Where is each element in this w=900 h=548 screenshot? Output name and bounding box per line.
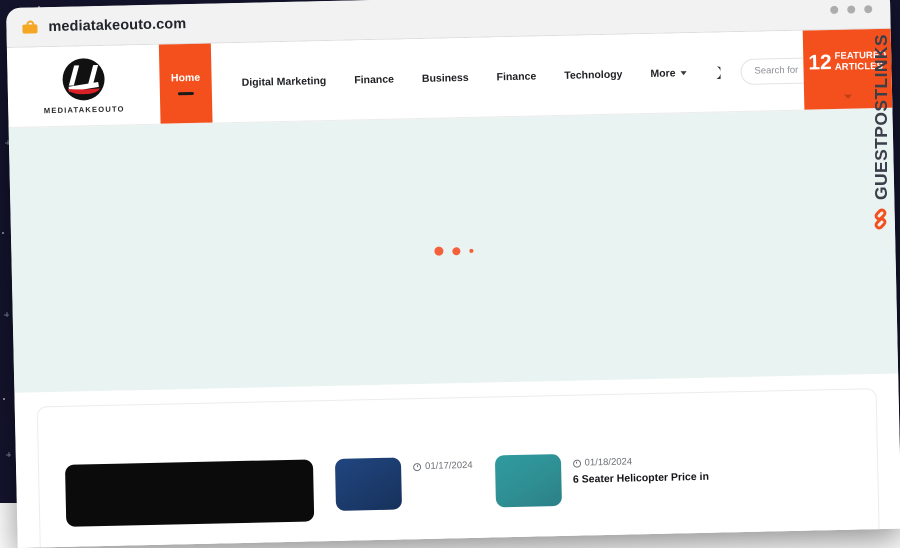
browser-window: mediatakeouto.com MEDIATAKEOUTO Home Dig… [6, 0, 900, 548]
articles-section: 01/17/2024 01/18/2024 6 Seater Helicopte… [14, 373, 900, 548]
nav-item-home-label: Home [170, 72, 201, 85]
wide-black-thumbnail[interactable] [64, 459, 315, 527]
nav-item-finance[interactable]: Finance [340, 73, 408, 86]
nav-item-more-label: More [650, 66, 676, 80]
window-dot[interactable] [830, 5, 839, 14]
nav-item-finance-2[interactable]: Finance [482, 70, 550, 83]
article-date: 01/18/2024 [572, 455, 708, 469]
window-controls[interactable] [830, 4, 873, 14]
window-dot[interactable] [847, 4, 856, 14]
article-card[interactable]: 01/18/2024 6 Seater Helicopter Price in [494, 451, 709, 508]
loading-dot [451, 246, 460, 255]
nav-links: Digital Marketing Finance Business Finan… [211, 29, 891, 123]
main-navigation: Home Digital Marketing Finance Business … [158, 31, 891, 124]
nav-item-home[interactable]: Home [158, 43, 213, 124]
nav-item-digital-marketing[interactable]: Digital Marketing [228, 74, 341, 89]
article-date-text: 01/18/2024 [584, 456, 633, 469]
site-logo[interactable]: MEDIATAKEOUTO [7, 45, 161, 127]
articles-panel: 01/17/2024 01/18/2024 6 Seater Helicopte… [36, 388, 880, 548]
chevron-down-icon[interactable] [844, 94, 853, 99]
clock-icon [413, 462, 422, 471]
active-nav-underline [177, 92, 194, 96]
loading-dots-indicator [433, 246, 473, 256]
article-date-text: 01/17/2024 [424, 459, 473, 472]
featured-count: 12 [808, 51, 832, 75]
article-title[interactable]: 6 Seater Helicopter Price in [573, 471, 709, 488]
chevron-down-icon [680, 70, 687, 75]
lock-icon [22, 20, 38, 34]
moon-icon[interactable] [706, 65, 720, 79]
loading-dot [433, 246, 444, 256]
loading-dot [468, 248, 473, 253]
nav-item-business[interactable]: Business [408, 71, 483, 85]
nav-item-more[interactable]: More [636, 67, 692, 80]
logo-wordmark: MEDIATAKEOUTO [43, 103, 125, 115]
mediatakeouto-logo-icon [62, 57, 106, 101]
featured-line-2: ARTICLES [834, 60, 884, 73]
address-bar-url[interactable]: mediatakeouto.com [48, 16, 186, 35]
nav-item-technology[interactable]: Technology [550, 68, 636, 82]
article-date: 01/17/2024 [413, 460, 473, 472]
clock-icon [572, 459, 581, 468]
page-loading-area [8, 108, 899, 393]
teal-thumbnail[interactable] [494, 454, 562, 508]
window-dot[interactable] [864, 4, 873, 13]
featured-articles-badge[interactable]: 12 FEATURED ARTICLES [802, 28, 893, 110]
